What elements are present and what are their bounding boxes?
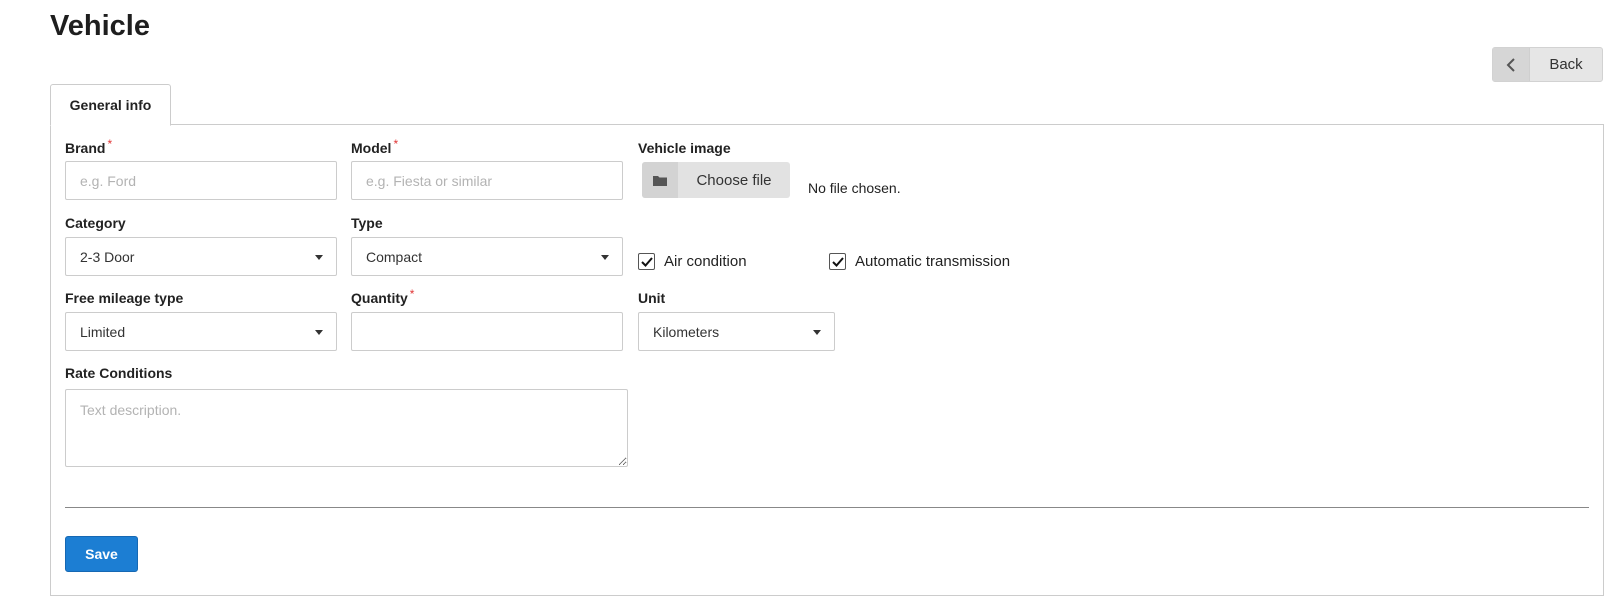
automatic-transmission-label[interactable]: Automatic transmission xyxy=(855,253,1010,270)
category-select[interactable]: 2-3 Door xyxy=(65,237,337,276)
caret-down-icon xyxy=(315,330,323,335)
page-title: Vehicle xyxy=(50,10,150,42)
file-status: No file chosen. xyxy=(808,180,901,196)
caret-down-icon xyxy=(315,255,323,260)
choose-file-button[interactable]: Choose file xyxy=(642,162,790,198)
brand-label-text: Brand xyxy=(65,140,106,156)
model-label-text: Model xyxy=(351,140,392,156)
vehicle-image-label: Vehicle image xyxy=(638,140,731,156)
quantity-label: Quantity * xyxy=(351,287,415,306)
category-value: 2-3 Door xyxy=(80,248,135,265)
category-label: Category xyxy=(65,215,126,231)
required-mark: * xyxy=(107,137,113,151)
unit-select[interactable]: Kilometers xyxy=(638,312,835,351)
back-button[interactable]: Back xyxy=(1492,47,1603,82)
brand-label: Brand * xyxy=(65,137,113,156)
automatic-transmission-checkbox[interactable] xyxy=(829,253,846,270)
air-condition-label[interactable]: Air condition xyxy=(664,253,747,270)
type-value: Compact xyxy=(366,248,423,265)
tab-general-info[interactable]: General info xyxy=(50,84,171,126)
type-label: Type xyxy=(351,215,383,231)
save-button[interactable]: Save xyxy=(65,536,138,572)
air-condition-checkbox[interactable] xyxy=(638,253,655,270)
check-icon xyxy=(831,256,844,267)
type-select[interactable]: Compact xyxy=(351,237,623,276)
rate-conditions-label: Rate Conditions xyxy=(65,365,173,381)
caret-down-icon xyxy=(813,330,821,335)
model-input[interactable] xyxy=(351,161,623,200)
model-label: Model * xyxy=(351,137,399,156)
chevron-left-icon xyxy=(1493,48,1530,81)
check-icon xyxy=(640,256,653,267)
required-mark: * xyxy=(409,287,415,301)
free-mileage-type-label: Free mileage type xyxy=(65,290,184,306)
free-mileage-type-value: Limited xyxy=(80,323,126,340)
quantity-label-text: Quantity xyxy=(351,290,408,306)
unit-value: Kilometers xyxy=(653,323,720,340)
brand-input[interactable] xyxy=(65,161,337,200)
quantity-input[interactable] xyxy=(351,312,623,351)
folder-icon xyxy=(642,162,678,198)
form-divider xyxy=(65,507,1589,508)
back-button-label: Back xyxy=(1549,56,1583,73)
required-mark: * xyxy=(393,137,399,151)
free-mileage-type-select[interactable]: Limited xyxy=(65,312,337,351)
choose-file-label: Choose file xyxy=(696,171,772,189)
unit-label: Unit xyxy=(638,290,666,306)
rate-conditions-textarea[interactable] xyxy=(65,389,628,467)
caret-down-icon xyxy=(601,255,609,260)
